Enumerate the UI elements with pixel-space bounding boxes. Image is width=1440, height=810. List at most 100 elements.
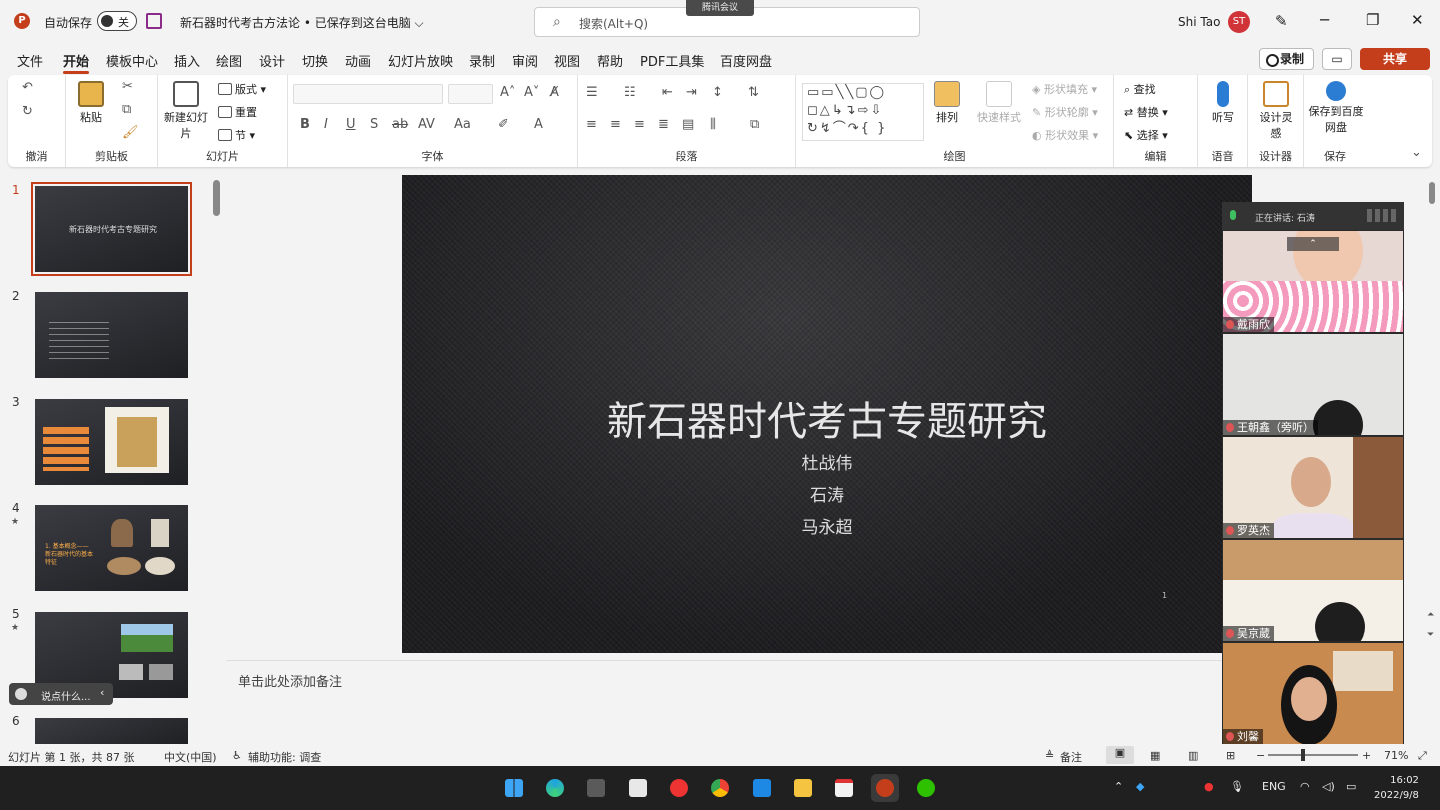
video-tile[interactable]: 王朝鑫（旁听） (1223, 334, 1403, 435)
maximize-icon[interactable]: ❐ (1366, 11, 1379, 29)
slide-title[interactable]: 新石器时代考古专题研究 (402, 389, 1252, 447)
cut-icon[interactable]: ✂ (122, 79, 133, 94)
chevron-up-icon[interactable]: ⌃ (1114, 780, 1123, 793)
tab-draw[interactable]: 绘图 (216, 51, 242, 70)
fit-to-window-icon[interactable]: ⤢ (1418, 749, 1427, 763)
share-button[interactable]: 共享 (1360, 48, 1430, 70)
clock[interactable]: 16:02 2022/9/8 (1374, 773, 1419, 803)
tab-baidu-netdisk[interactable]: 百度网盘 (720, 51, 772, 70)
tray-app-icon[interactable]: ◆ (1136, 780, 1144, 793)
video-tile[interactable]: ⌃ 戴雨欣 (1223, 231, 1403, 332)
slide-scrollbar[interactable]: ⏶ ⏷ (1424, 170, 1440, 744)
shadow-icon[interactable]: S (370, 117, 378, 132)
quick-styles-button[interactable]: 快速样式 (976, 81, 1022, 125)
tab-help[interactable]: 帮助 (597, 51, 623, 70)
tab-slideshow[interactable]: 幻灯片放映 (388, 51, 453, 70)
tab-template-center[interactable]: 模板中心 (106, 51, 158, 70)
slide-canvas[interactable]: 新石器时代考古专题研究 杜战伟 石涛 马永超 1 (402, 175, 1252, 653)
notes-toggle[interactable]: 备注 (1060, 749, 1082, 765)
font-color-icon[interactable]: A (534, 117, 543, 132)
chat-input-pill[interactable]: 说点什么... ‹ (9, 683, 113, 705)
align-left-icon[interactable]: ≡ (586, 117, 597, 132)
dictate-button[interactable]: 听写 (1206, 81, 1240, 125)
font-size-combo[interactable] (448, 84, 493, 104)
notes-placeholder[interactable]: 单击此处添加备注 (238, 671, 342, 690)
reading-view-icon[interactable]: ▥ (1188, 749, 1198, 762)
comment-button[interactable]: ▭ (1322, 48, 1352, 70)
chevron-left-icon[interactable]: ‹ (100, 686, 104, 699)
align-center-icon[interactable]: ≡ (610, 117, 621, 132)
taskbar-explorer[interactable] (789, 774, 817, 802)
pen-icon[interactable]: ✎ (1275, 12, 1288, 30)
user-name[interactable]: Shi Tao (1178, 15, 1220, 29)
slide-sorter-icon[interactable]: ▦ (1150, 749, 1160, 762)
next-slide-icon[interactable]: ⏷ (1427, 630, 1434, 640)
start-button[interactable] (500, 774, 528, 802)
slide-thumbnail-6[interactable] (35, 718, 188, 744)
normal-view-icon[interactable]: ▣ (1106, 746, 1134, 764)
slide-thumbnail-1[interactable]: 新石器时代考古专题研究 (31, 182, 192, 276)
tab-animations[interactable]: 动画 (345, 51, 371, 70)
scrollbar-thumb[interactable] (213, 180, 220, 216)
taskbar-powerpoint[interactable] (871, 774, 899, 802)
microphone-icon[interactable]: 🎙 (1230, 780, 1244, 793)
accessibility-status[interactable]: 辅助功能: 调查 (248, 749, 321, 765)
taskbar-wechat[interactable] (912, 774, 940, 802)
reset-button[interactable]: 重置 (218, 104, 257, 120)
save-baidu-button[interactable]: 保存到百度网盘 (1308, 81, 1364, 135)
tab-review[interactable]: 审阅 (512, 51, 538, 70)
zoom-slider-knob[interactable] (1301, 749, 1305, 761)
taskbar-app[interactable] (624, 774, 652, 802)
section-button[interactable]: 节 ▾ (218, 127, 255, 143)
slide-author-1[interactable]: 杜战伟 (402, 449, 1252, 474)
save-icon[interactable] (146, 13, 162, 29)
tab-transitions[interactable]: 切换 (302, 51, 328, 70)
close-icon[interactable]: ✕ (1411, 11, 1424, 29)
record-button[interactable]: 录制 (1259, 48, 1314, 70)
arrange-button[interactable]: 排列 (934, 81, 960, 125)
autosave-toggle[interactable]: 关 (97, 11, 137, 31)
tab-design[interactable]: 设计 (259, 51, 285, 70)
increase-indent-icon[interactable]: ⇥ (686, 85, 697, 100)
bold-icon[interactable]: B (300, 117, 310, 132)
paste-button[interactable]: 粘贴 (78, 81, 104, 125)
undo-icon[interactable]: ↶ (22, 80, 33, 95)
minimize-icon[interactable]: ─ (1320, 11, 1329, 29)
line-spacing-icon[interactable]: ↕ (712, 85, 723, 100)
spacing-icon[interactable]: AV (418, 117, 435, 132)
document-title[interactable]: 新石器时代考古方法论 • 已保存到这台电脑 ⌵ (180, 14, 424, 31)
bullets-icon[interactable]: ☰ (586, 85, 598, 100)
distributed-icon[interactable]: ▤ (682, 117, 694, 132)
shrink-font-icon[interactable]: A˅ (524, 85, 539, 100)
collapse-ribbon-icon[interactable]: ⌄ (1411, 145, 1422, 160)
shape-fill-button[interactable]: ◈ 形状填充 ▾ (1032, 81, 1097, 97)
avatar[interactable]: ST (1228, 11, 1250, 33)
designer-button[interactable]: 设计灵感 (1256, 81, 1296, 141)
zoom-slider[interactable] (1268, 749, 1358, 761)
input-language[interactable]: ENG (1262, 780, 1286, 793)
columns-icon[interactable]: ⫼ (710, 117, 716, 132)
change-case-icon[interactable]: Aa (454, 117, 471, 132)
video-tile[interactable]: 刘馨 (1223, 643, 1403, 744)
tab-record[interactable]: 录制 (469, 51, 495, 70)
zoom-level[interactable]: 71% (1384, 749, 1408, 762)
numbering-icon[interactable]: ☷ (624, 85, 636, 100)
slide-thumbnail-3[interactable] (35, 399, 188, 485)
replace-button[interactable]: ⇄ 替换 ▾ (1124, 104, 1168, 120)
new-slide-button[interactable]: 新建幻灯片 (164, 81, 208, 141)
copy-icon[interactable]: ⧉ (122, 102, 131, 117)
format-painter-icon[interactable]: 🖌 (122, 125, 139, 140)
tab-file[interactable]: 文件 (17, 51, 43, 70)
slide-thumbnail-4[interactable]: 1. 基本概念——新石器时代的基本特征 (35, 505, 188, 591)
notes-pane[interactable] (226, 660, 1226, 744)
tray-app-icon[interactable]: ● (1204, 780, 1214, 793)
decrease-indent-icon[interactable]: ⇤ (662, 85, 673, 100)
prev-slide-icon[interactable]: ⏶ (1427, 610, 1434, 620)
clear-format-icon[interactable]: A̸ (550, 85, 559, 100)
tab-view[interactable]: 视图 (554, 51, 580, 70)
chevron-up-icon[interactable]: ⌃ (1287, 237, 1339, 251)
grow-font-icon[interactable]: A˄ (500, 85, 515, 100)
presenter-view-icon[interactable]: ⊞ (1226, 749, 1235, 762)
taskbar-netease[interactable] (665, 774, 693, 802)
battery-icon[interactable]: ▭ (1346, 780, 1356, 793)
